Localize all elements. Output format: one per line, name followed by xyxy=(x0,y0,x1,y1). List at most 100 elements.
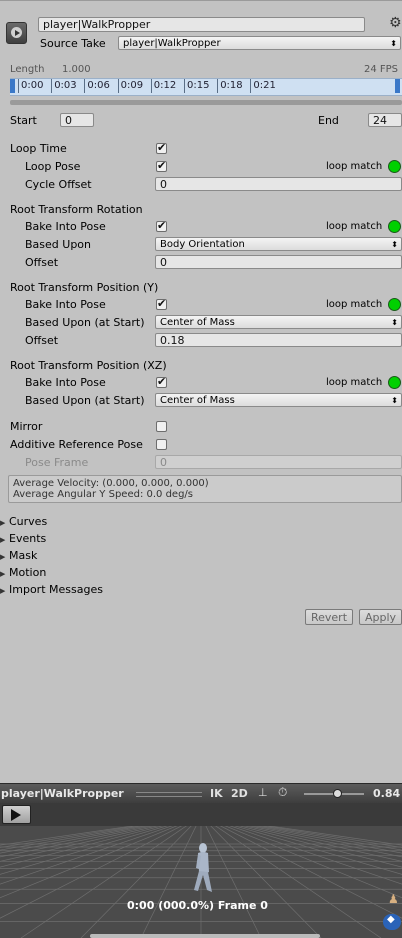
loop-time-checkbox[interactable] xyxy=(156,141,167,154)
rotation-bake-checkbox[interactable] xyxy=(156,219,167,232)
preview-play-button[interactable] xyxy=(2,805,31,824)
timeline-tick xyxy=(217,79,219,93)
position-xz-based-upon-dropdown[interactable]: Center of Mass ⬍ xyxy=(155,393,402,407)
position-xz-bake-checkbox[interactable] xyxy=(156,375,167,388)
position-xz-loop-match-icon xyxy=(388,376,401,389)
timeline-ruler[interactable]: 0:00 0:03 0:06 0:09 0:12 0:15 0:18 0:21 xyxy=(10,78,402,96)
timeline-tick-label: 0:21 xyxy=(253,80,276,91)
position-y-based-upon-label: Based Upon (at Start) xyxy=(25,316,145,329)
mirror-label: Mirror xyxy=(10,420,43,433)
avatar-icon[interactable]: ♟ xyxy=(388,892,399,906)
source-take-dropdown[interactable]: player|WalkPropper ⬍ xyxy=(118,36,401,50)
length-value: 1.000 xyxy=(62,64,91,75)
foldout-motion[interactable]: ▶ Motion xyxy=(0,566,46,579)
slider-thumb[interactable] xyxy=(333,789,342,798)
rotation-based-upon-value: Body Orientation xyxy=(160,239,245,250)
start-marker[interactable] xyxy=(10,79,15,93)
position-y-offset-label: Offset xyxy=(25,334,59,347)
dropdown-arrow-icon: ⬍ xyxy=(391,318,398,327)
rotation-loop-match-icon xyxy=(388,220,401,233)
position-y-bake-checkbox[interactable] xyxy=(156,297,167,310)
end-marker[interactable] xyxy=(395,79,400,93)
source-take-value: player|WalkPropper xyxy=(123,38,221,49)
foldout-label: Events xyxy=(9,532,47,545)
rotation-based-upon-label: Based Upon xyxy=(25,238,91,251)
preview-playbar xyxy=(0,803,402,826)
start-field[interactable]: 0 xyxy=(60,113,94,127)
loop-match-indicator-icon xyxy=(388,160,401,173)
triangle-right-icon: ▶ xyxy=(0,553,6,561)
foldout-label: Mask xyxy=(9,549,38,562)
preview-title: player|WalkPropper xyxy=(1,787,124,800)
triangle-right-icon: ▶ xyxy=(0,536,6,544)
loop-time-label: Loop Time xyxy=(10,142,67,155)
rotation-based-upon-dropdown[interactable]: Body Orientation ⬍ xyxy=(155,237,402,251)
position-xz-based-upon-value: Center of Mass xyxy=(160,395,235,406)
foldout-curves[interactable]: ▶ Curves xyxy=(0,515,47,528)
timeline-tick-label: 0:00 xyxy=(21,80,44,91)
cycle-offset-field[interactable]: 0 xyxy=(155,177,402,191)
revert-button[interactable]: Revert xyxy=(305,609,353,625)
rotation-offset-field[interactable]: 0 xyxy=(155,255,402,269)
avg-velocity: Average Velocity: (0.000, 0.000, 0.000) xyxy=(13,478,209,489)
playback-speed-value: 0.84 xyxy=(373,787,401,800)
play-icon[interactable] xyxy=(6,22,27,44)
timeline-tick-label: 0:06 xyxy=(87,80,110,91)
foldout-events[interactable]: ▶ Events xyxy=(0,532,46,545)
timeline-tick xyxy=(84,79,86,93)
timeline-tick xyxy=(184,79,185,93)
position-xz-loop-match-label: loop match xyxy=(326,377,383,388)
timeline-tick-label: 0:03 xyxy=(54,80,77,91)
ik-toggle[interactable]: IK xyxy=(210,787,223,800)
timeline-tick-label: 0:12 xyxy=(153,80,177,91)
position-y-offset-field[interactable]: 0.18 xyxy=(155,333,402,347)
position-y-title: Root Transform Position (Y) xyxy=(10,281,159,294)
gear-icon[interactable]: ⚙ xyxy=(389,15,402,31)
position-y-loop-match-icon xyxy=(388,298,401,311)
loop-pose-checkbox[interactable] xyxy=(156,159,167,172)
rotation-title: Root Transform Rotation xyxy=(10,203,143,216)
rotation-bake-label: Bake Into Pose xyxy=(25,220,106,233)
timeline-tick-label: 0:18 xyxy=(220,80,243,91)
position-xz-title: Root Transform Position (XZ) xyxy=(10,359,167,372)
timeline: Length 1.000 24 FPS 0:00 0:03 0:06 0:09 0:12… xyxy=(0,58,402,108)
timeline-tick xyxy=(51,79,53,93)
foldout-import-messages[interactable]: ▶ Import Messages xyxy=(0,583,103,596)
additive-label: Additive Reference Pose xyxy=(10,438,143,451)
foldout-label: Curves xyxy=(9,515,48,528)
end-field[interactable]: 24 xyxy=(368,113,402,127)
end-label: End xyxy=(318,114,339,127)
dropdown-arrow-icon: ⬍ xyxy=(390,39,397,48)
loop-pose-label: Loop Pose xyxy=(25,160,81,173)
apply-button[interactable]: Apply xyxy=(359,609,402,625)
preview-viewport[interactable]: 0:00 (000.0%) Frame 0 ♟ ◆ xyxy=(0,826,402,938)
triangle-right-icon: ▶ xyxy=(0,587,6,595)
position-y-based-upon-dropdown[interactable]: Center of Mass ⬍ xyxy=(155,315,402,329)
avg-angular-speed: Average Angular Y Speed: 0.0 deg/s xyxy=(13,489,193,500)
preview-toolbar: player|WalkPropper IK 2D ⊥ ⏱ 0.84 xyxy=(0,783,402,803)
timeline-tick xyxy=(150,79,152,93)
fps-label: 24 FPS xyxy=(364,64,399,75)
tag-icon[interactable]: ◆ xyxy=(383,914,401,930)
playback-speed-slider[interactable] xyxy=(304,789,364,798)
2d-toggle[interactable]: 2D xyxy=(231,787,248,800)
dropdown-arrow-icon: ⬍ xyxy=(391,240,398,249)
cycle-offset-label: Cycle Offset xyxy=(25,178,92,191)
position-xz-bake-label: Bake Into Pose xyxy=(25,376,106,389)
timeline-scrubber[interactable] xyxy=(10,100,402,105)
mirror-checkbox[interactable] xyxy=(156,421,167,432)
preview-bottom-scrollbar[interactable] xyxy=(90,934,320,938)
pose-frame-label: Pose Frame xyxy=(25,456,89,469)
pivot-icon[interactable]: ⊥ xyxy=(258,786,268,799)
foldout-mask[interactable]: ▶ Mask xyxy=(0,549,37,562)
character-model-icon xyxy=(194,843,212,892)
info-box: Average Velocity: (0.000, 0.000, 0.000) … xyxy=(8,475,402,503)
additive-checkbox[interactable] xyxy=(156,439,167,450)
position-y-based-upon-value: Center of Mass xyxy=(160,317,235,328)
clip-name-field[interactable]: player|WalkPropper xyxy=(38,17,365,32)
position-xz-based-upon-label: Based Upon (at Start) xyxy=(25,394,145,407)
timeline-tick-label: 0:09 xyxy=(120,80,144,91)
preview-title-separator xyxy=(136,792,202,797)
foldout-label: Motion xyxy=(9,566,47,579)
length-label: Length xyxy=(10,64,45,75)
